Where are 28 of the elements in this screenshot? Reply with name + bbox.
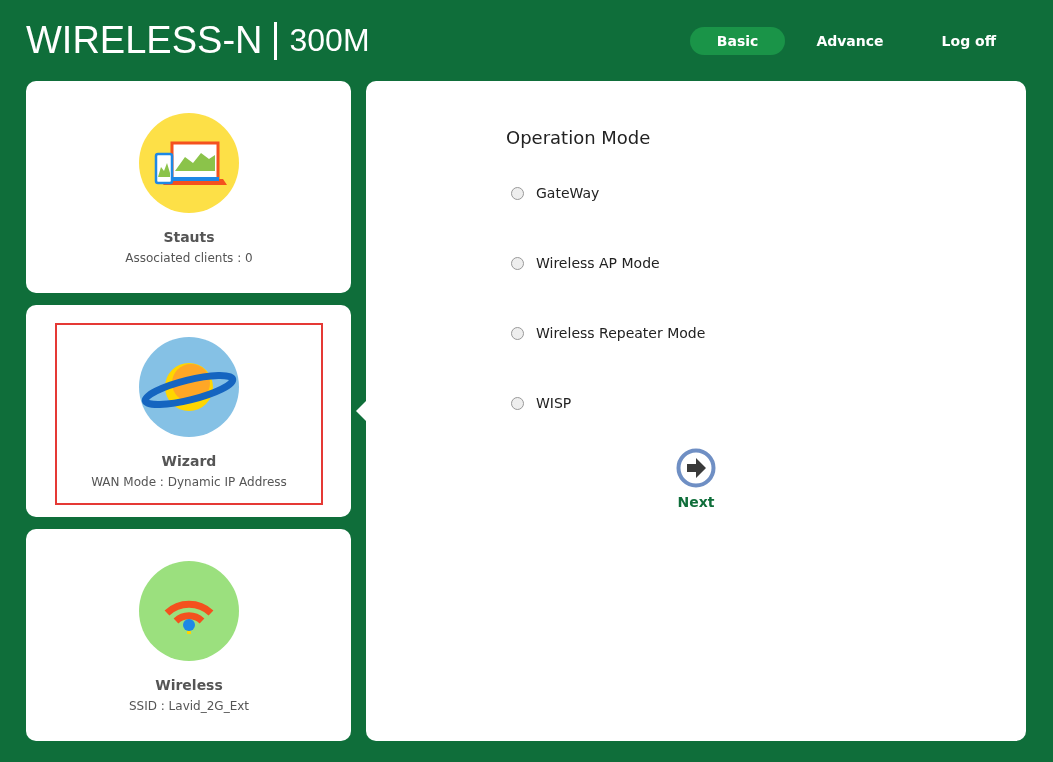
radio-button[interactable] <box>511 186 524 200</box>
nav-tab[interactable]: Advance <box>789 26 911 55</box>
option-label[interactable]: Wireless AP Mode <box>536 255 660 271</box>
model-label: 300M <box>289 22 370 59</box>
menu-card[interactable]: Wireless SSID : Lavid_2G_Ext <box>26 529 351 741</box>
option-label[interactable]: Wireless Repeater Mode <box>536 325 706 341</box>
card-subtitle: WAN Mode : Dynamic IP Address <box>91 475 287 489</box>
wifi-icon <box>139 561 239 661</box>
divider-bar <box>274 21 278 60</box>
brand-title: WIRELESS-N <box>26 19 263 62</box>
radio-button[interactable] <box>511 396 524 410</box>
menu-card[interactable]: Stauts Associated clients : 0 <box>26 81 351 293</box>
nav-tab[interactable]: Log off <box>914 26 1023 55</box>
radio-button[interactable] <box>511 326 524 340</box>
section-title: Operation Mode <box>506 127 652 148</box>
laptop-phone-icon <box>139 113 239 213</box>
next-button[interactable]: Next <box>676 448 716 510</box>
card-subtitle: SSID : Lavid_2G_Ext <box>128 699 250 713</box>
nav-tab[interactable]: Basic <box>689 26 786 55</box>
planet-icon <box>139 337 239 437</box>
radio-button[interactable] <box>511 256 524 270</box>
card-title: Wireless <box>155 677 223 693</box>
option-label[interactable]: WISP <box>536 395 572 411</box>
option-label[interactable]: GateWay <box>536 185 600 201</box>
arrow-circle-icon <box>676 448 716 488</box>
card-title: Stauts <box>163 229 215 245</box>
card-title: Wizard <box>161 453 217 469</box>
card-subtitle: Associated clients : 0 <box>125 251 253 265</box>
